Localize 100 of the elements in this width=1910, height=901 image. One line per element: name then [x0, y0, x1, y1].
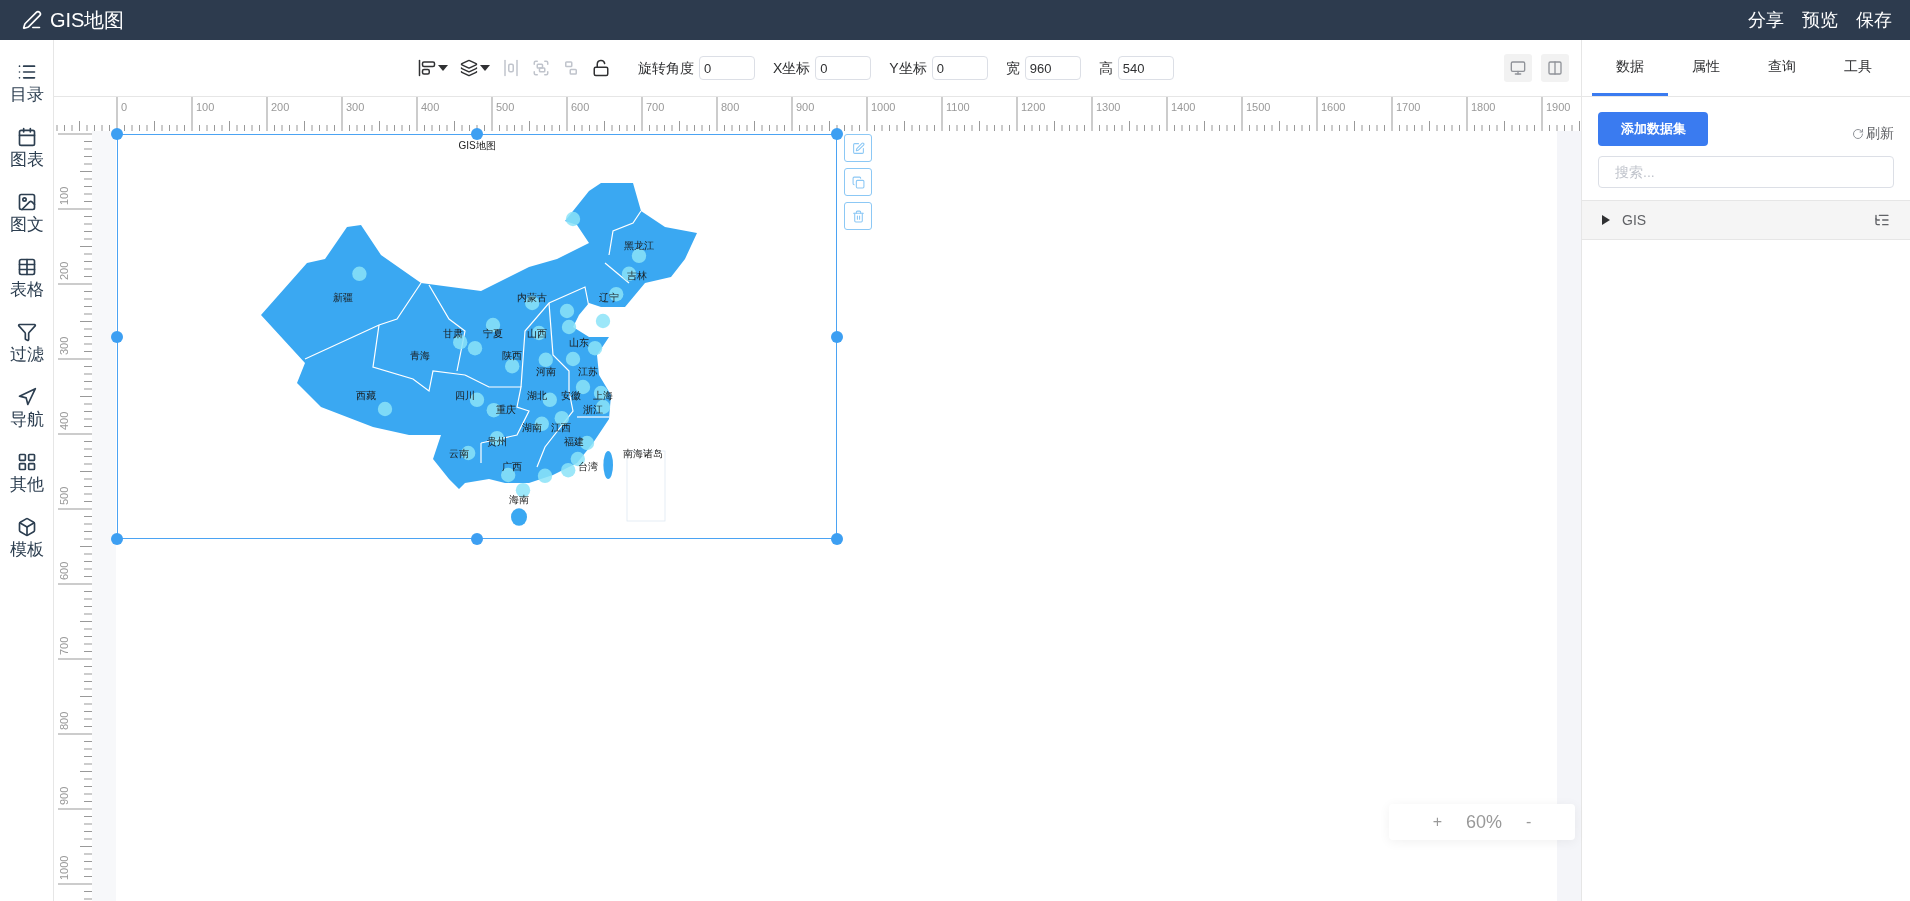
- field-label: Y坐标: [889, 58, 927, 78]
- caret-icon: [438, 65, 448, 71]
- province-label: 重庆: [495, 403, 516, 415]
- province-label: 福建: [564, 435, 585, 447]
- caret-icon: [480, 65, 490, 71]
- ruler-label: 100: [58, 186, 70, 205]
- ruler-label: 1000: [871, 101, 896, 113]
- dataset-name: GIS: [1622, 210, 1647, 230]
- resize-handle[interactable]: [471, 533, 483, 545]
- panel-tab[interactable]: 数据: [1592, 40, 1668, 96]
- list-icon: [16, 62, 37, 82]
- province-label: 台湾: [578, 460, 599, 472]
- search-field[interactable]: 搜索...: [1598, 156, 1894, 188]
- sidebar-item[interactable]: 其他: [9, 452, 44, 495]
- refresh-link[interactable]: 刷新: [1852, 123, 1894, 144]
- ruler-label: 100: [196, 101, 215, 113]
- province-label: 陕西: [502, 350, 523, 362]
- number-field[interactable]: 0: [699, 56, 755, 80]
- ruler-label: 900: [58, 786, 70, 805]
- province-label: 黑龙江: [624, 240, 654, 251]
- ruler-label: 700: [58, 636, 70, 655]
- number-field[interactable]: 540: [1117, 56, 1174, 80]
- panel-tab[interactable]: 查询: [1744, 40, 1820, 96]
- grid-icon: [16, 452, 37, 472]
- ruler-label: 200: [271, 101, 290, 113]
- resize-handle[interactable]: [831, 533, 843, 545]
- ruler-label: 600: [58, 561, 70, 580]
- province-label: 宁夏: [483, 327, 503, 339]
- ruler-label: 1900: [1546, 101, 1571, 113]
- ruler-label: 300: [58, 336, 70, 355]
- sidebar-item[interactable]: 表格: [9, 257, 44, 300]
- number-field[interactable]: 0: [815, 56, 872, 80]
- number-field[interactable]: 960: [1024, 56, 1081, 80]
- distribute-icon: [502, 59, 520, 77]
- province-label: 西藏: [355, 389, 376, 401]
- ruler-label: 1500: [1246, 101, 1271, 113]
- header-action[interactable]: 保存: [1856, 6, 1892, 34]
- trash-icon: [851, 209, 865, 223]
- province-label: 湖南: [522, 422, 543, 434]
- ruler-label: 1800: [1471, 101, 1496, 113]
- ruler-label: 200: [58, 261, 70, 280]
- province-label: 贵州: [487, 435, 507, 447]
- province-label: 云南: [449, 447, 469, 459]
- province-label: 湖北: [527, 389, 547, 401]
- sidebar-item[interactable]: 图文: [9, 192, 44, 235]
- navigation-arrow-icon: [16, 387, 37, 407]
- ruler-label: 500: [496, 101, 515, 113]
- sidebar-item[interactable]: 过滤: [9, 322, 44, 365]
- filter-icon: [16, 322, 37, 342]
- unlock-icon: [592, 59, 610, 77]
- dataset-row[interactable]: GIS: [1582, 201, 1910, 240]
- add-dataset-button[interactable]: 添加数据集: [1598, 112, 1708, 146]
- province-label: 山西: [527, 327, 547, 339]
- copy-button[interactable]: [844, 168, 872, 196]
- province-label: 新疆: [333, 291, 353, 303]
- resize-handle[interactable]: [831, 330, 843, 343]
- delete-button[interactable]: [844, 202, 872, 230]
- header-action[interactable]: 预览: [1802, 6, 1838, 34]
- list-icon[interactable]: [1874, 212, 1890, 228]
- screen-button[interactable]: [1504, 54, 1532, 82]
- ruler-label: 900: [796, 101, 815, 113]
- pen-icon: [22, 10, 42, 30]
- group-icon: [532, 59, 550, 77]
- province-label: 南海诸岛: [623, 447, 663, 459]
- monitor-icon: [1510, 60, 1526, 76]
- sidebar-item[interactable]: 目录: [9, 62, 44, 105]
- panel-tab[interactable]: 工具: [1820, 40, 1896, 96]
- ruler-label: 300: [346, 101, 365, 113]
- sidebar-item[interactable]: 模板: [9, 517, 44, 560]
- panel-tab[interactable]: 属性: [1668, 40, 1744, 96]
- ruler-label: 700: [646, 101, 665, 113]
- columns-icon: [1547, 60, 1563, 76]
- field-label: 宽: [1005, 58, 1020, 78]
- ruler-label: 1400: [1171, 101, 1196, 113]
- province-label: 江西: [551, 422, 571, 434]
- province-label: 江苏: [578, 365, 599, 377]
- field-label: X坐标: [773, 58, 811, 78]
- cube-icon: [16, 517, 37, 537]
- number-field[interactable]: 0: [931, 56, 988, 80]
- edit-button[interactable]: [844, 134, 872, 162]
- ruler-label: 1200: [1021, 101, 1046, 113]
- chart-title: GIS地图: [457, 140, 497, 152]
- sidebar-item[interactable]: 图表: [9, 127, 44, 170]
- refresh-icon: [1852, 127, 1864, 140]
- ruler-label: 400: [421, 101, 440, 113]
- copy-icon: [851, 175, 865, 189]
- ruler-label: 500: [58, 486, 70, 505]
- ruler-label: 1600: [1321, 101, 1346, 113]
- ruler-label: 1700: [1396, 101, 1421, 113]
- ruler-label: 1100: [946, 101, 970, 113]
- zoom-level: 60%: [1466, 810, 1502, 834]
- field-label: 旋转角度: [638, 58, 694, 78]
- ruler-label: 1300: [1096, 101, 1121, 113]
- layout-button[interactable]: [1541, 54, 1569, 82]
- ruler-label: 800: [58, 711, 70, 730]
- ruler-label: 600: [571, 101, 590, 113]
- table-icon: [16, 257, 37, 277]
- header-action[interactable]: 分享: [1748, 6, 1784, 34]
- sidebar-item[interactable]: 导航: [9, 387, 44, 430]
- align-icon: [418, 59, 436, 77]
